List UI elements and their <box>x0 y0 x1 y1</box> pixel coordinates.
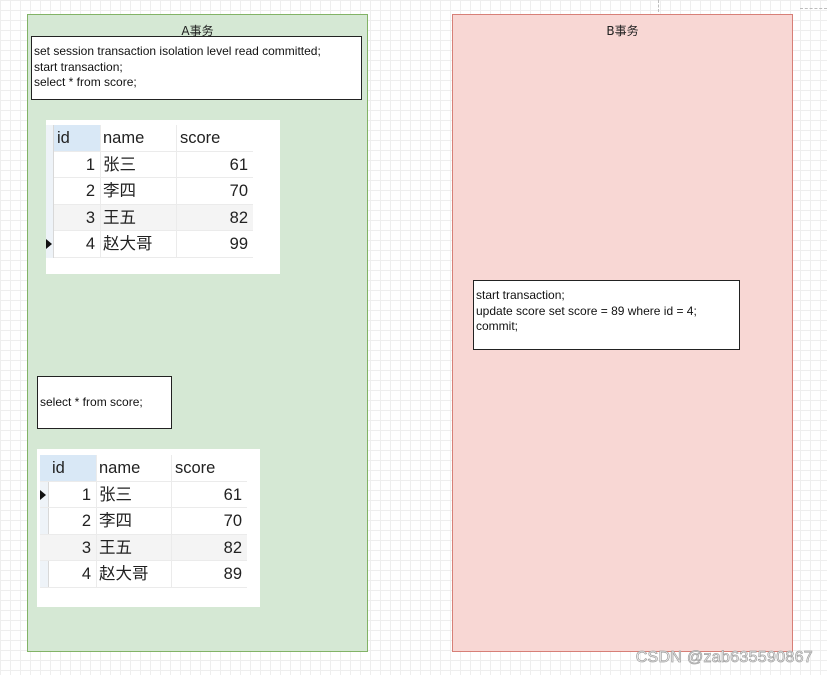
cell-name: 李四 <box>100 178 176 204</box>
cell-id: 1 <box>85 155 95 174</box>
cell-name: 赵大哥 <box>96 561 171 587</box>
current-row-marker-icon <box>40 489 46 500</box>
column-header-name[interactable]: name <box>100 125 176 151</box>
row-gutter <box>46 125 54 258</box>
cell-score: 70 <box>176 178 253 204</box>
query-line: commit; <box>476 319 518 333</box>
table-row[interactable]: 4 赵大哥 89 <box>40 561 247 588</box>
cell-score: 89 <box>171 561 247 587</box>
table-row[interactable]: 3 王五 82 <box>40 534 247 561</box>
cell-name: 张三 <box>100 151 176 177</box>
guide-line-horizontal <box>800 8 827 9</box>
cell-name: 王五 <box>100 204 176 230</box>
transaction-b-title: B事务 <box>606 24 639 38</box>
column-header-name[interactable]: name <box>96 455 171 481</box>
transaction-b-query: start transaction; update score set scor… <box>473 280 740 350</box>
transaction-a-result-1: id name score 1 张三 61 2 李四 70 3 王五 82 4 … <box>46 120 280 274</box>
cell-score: 99 <box>176 231 253 257</box>
table-row[interactable]: 1 张三 61 <box>40 481 247 508</box>
current-row-marker-icon <box>46 239 52 249</box>
cell-id: 2 <box>85 182 95 200</box>
cell-id: 4 <box>81 565 91 583</box>
cell-id: 3 <box>81 538 91 557</box>
table-row[interactable]: 2 李四 70 <box>40 508 247 535</box>
query-line: select * from score; <box>34 75 137 89</box>
transaction-a-query-1: set session transaction isolation level … <box>31 36 362 100</box>
column-header-id[interactable]: id <box>54 125 100 151</box>
cell-name: 赵大哥 <box>100 231 176 257</box>
query-line: update score set score = 89 where id = 4… <box>476 303 697 318</box>
query-line: select * from score; <box>40 394 143 409</box>
grid-header-row: id name score <box>54 125 253 152</box>
cell-name: 王五 <box>96 534 171 560</box>
query-line: set session transaction isolation level … <box>34 44 321 58</box>
table-row[interactable]: 3 王五 82 <box>54 204 253 231</box>
cell-score: 61 <box>176 151 253 177</box>
result-grid: id name score 1 张三 61 2 李四 70 3 王五 82 4 … <box>46 125 253 258</box>
cell-score: 82 <box>171 534 247 560</box>
cell-score: 82 <box>176 204 253 230</box>
transaction-a-result-2: id name score 1 张三 61 2 李四 70 3 王五 82 4 … <box>37 449 260 607</box>
cell-id: 3 <box>85 208 95 227</box>
cell-id: 2 <box>81 512 91 530</box>
watermark: CSDN @zab635590867 <box>635 649 813 667</box>
column-header-score[interactable]: score <box>171 455 247 481</box>
cell-id: 1 <box>81 485 91 504</box>
table-row[interactable]: 1 张三 61 <box>54 151 253 178</box>
cell-score: 61 <box>171 481 247 507</box>
result-grid: id name score 1 张三 61 2 李四 70 3 王五 82 4 … <box>40 455 247 588</box>
query-line: start transaction; <box>34 59 123 74</box>
column-header-score[interactable]: score <box>176 125 253 151</box>
transaction-a-query-2: select * from score; <box>37 376 172 429</box>
column-header-id[interactable]: id <box>40 455 96 481</box>
cell-name: 张三 <box>96 481 171 507</box>
guide-line-vertical <box>658 0 659 12</box>
cell-score: 70 <box>171 508 247 534</box>
query-line: start transaction; <box>476 288 565 302</box>
table-row[interactable]: 4 赵大哥 99 <box>46 231 253 258</box>
grid-header-row: id name score <box>40 455 247 482</box>
cell-id: 4 <box>85 235 95 253</box>
table-row[interactable]: 2 李四 70 <box>54 178 253 205</box>
cell-name: 李四 <box>96 508 171 534</box>
